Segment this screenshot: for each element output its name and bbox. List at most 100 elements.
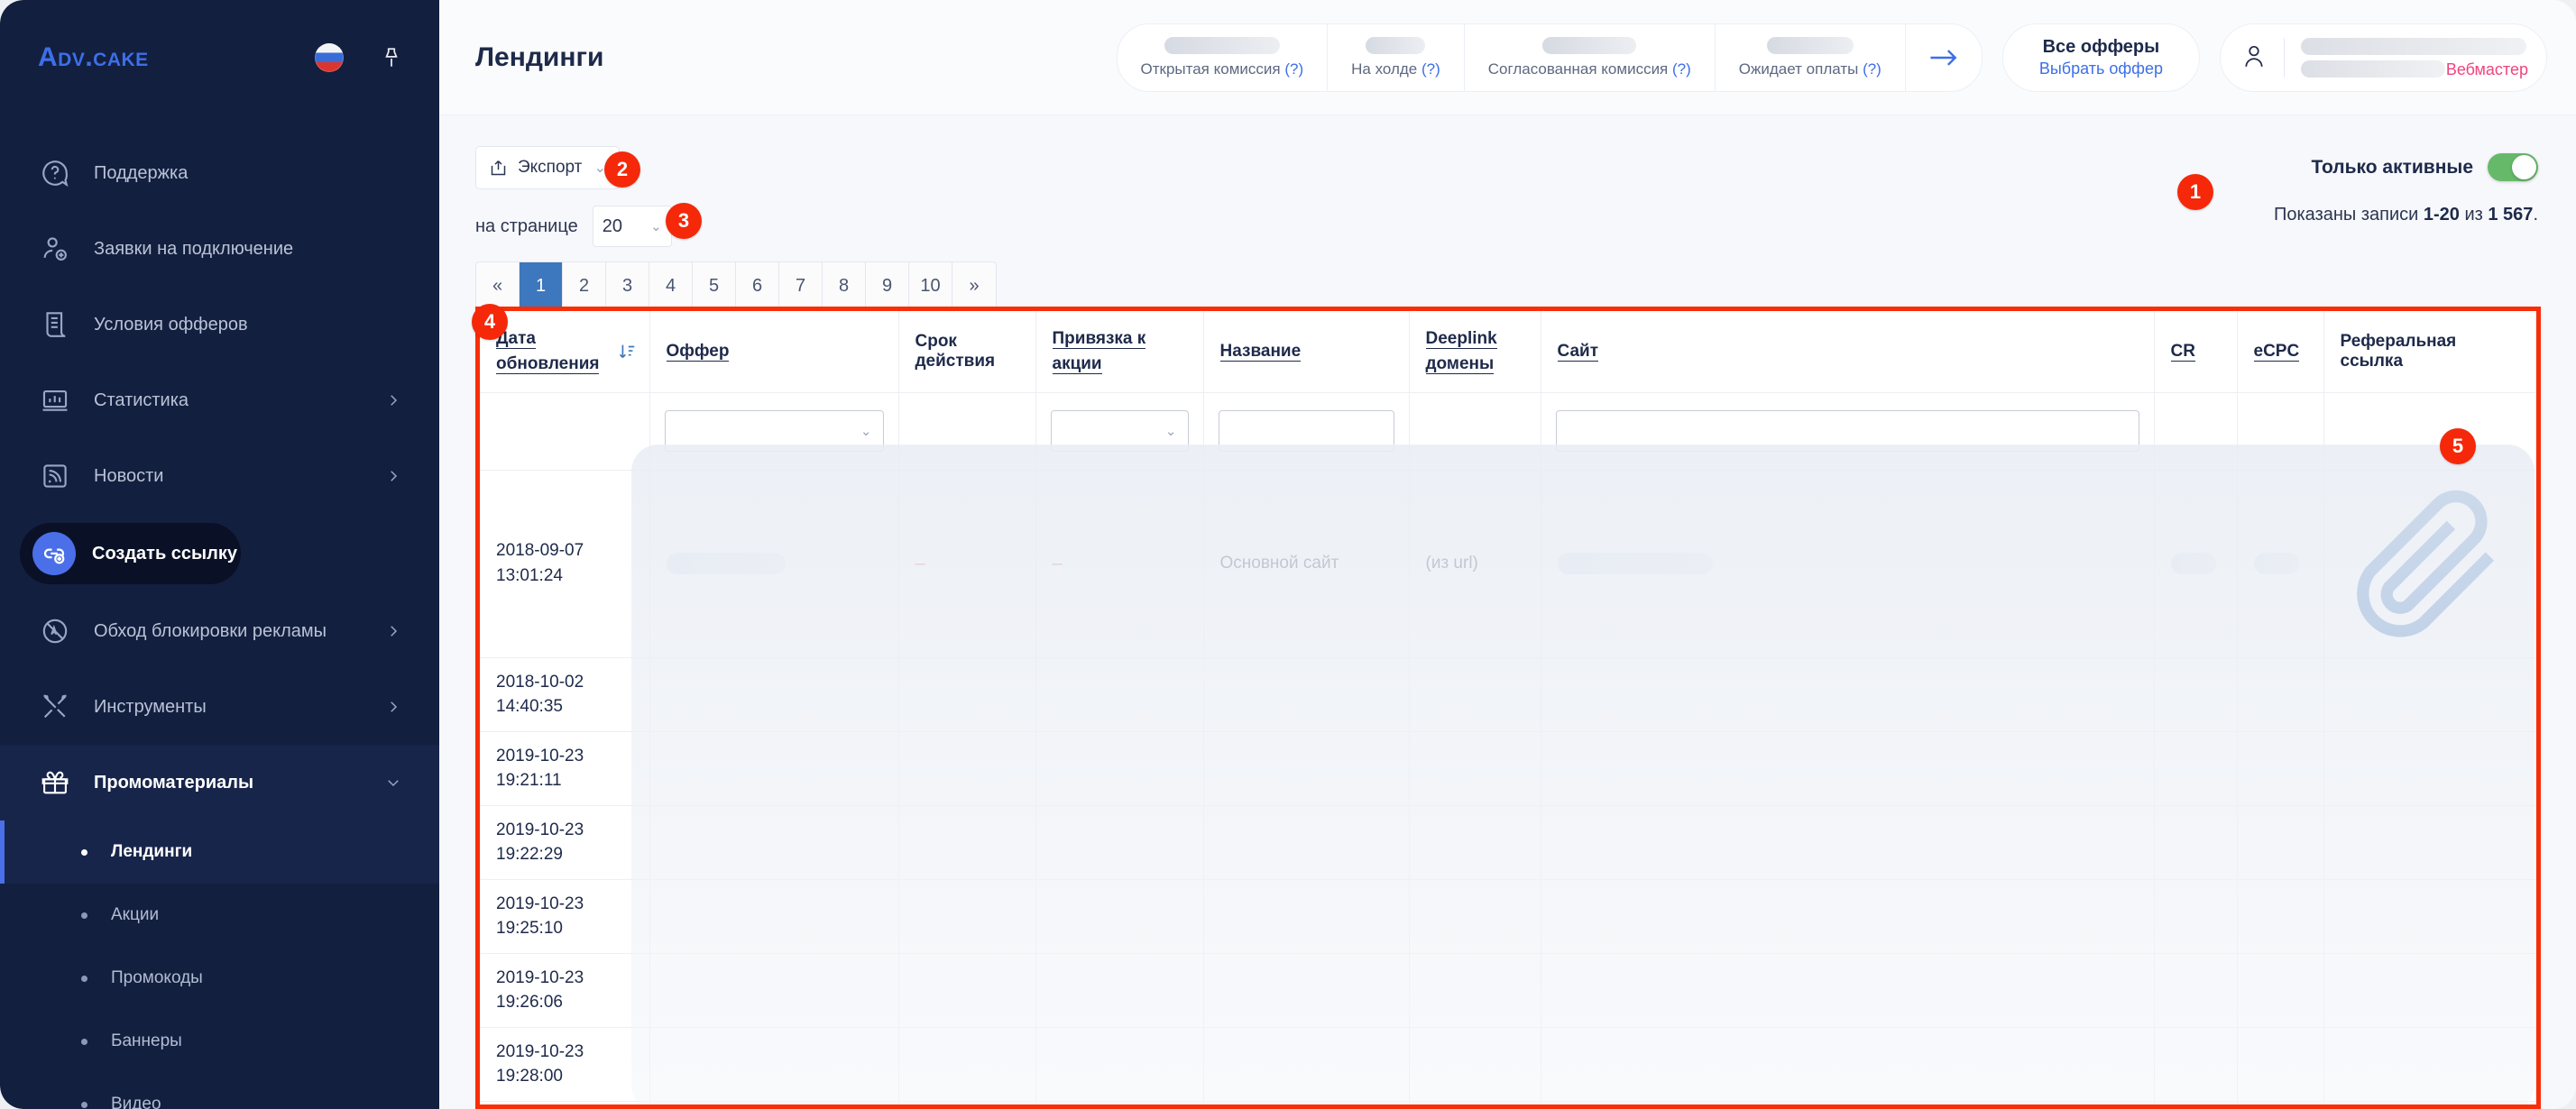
gift-icon bbox=[40, 767, 70, 798]
cell-name bbox=[1203, 1101, 1410, 1104]
filter-referral bbox=[2323, 392, 2536, 471]
brand-logo[interactable]: Adv.Cake bbox=[38, 42, 149, 73]
page-7[interactable]: 7 bbox=[779, 262, 823, 309]
cell-referral-link bbox=[2323, 1027, 2536, 1102]
page-10[interactable]: 10 bbox=[909, 262, 952, 309]
col-ecpc[interactable]: eCPC bbox=[2237, 311, 2324, 393]
cell-referral-link[interactable] bbox=[2323, 470, 2536, 658]
cell-validity bbox=[898, 879, 1036, 954]
cell-deeplink bbox=[1409, 731, 1541, 806]
table-row[interactable]: 2018-10-02 14:40:35 bbox=[480, 657, 2536, 732]
col-promotion-link[interactable]: Привязка к акции bbox=[1035, 311, 1204, 393]
cell-ecpc bbox=[2237, 731, 2324, 806]
filter-validity bbox=[898, 392, 1036, 471]
cell-name: Основной сайт bbox=[1203, 470, 1410, 658]
sidebar-subitem-label: Видео bbox=[111, 1095, 161, 1109]
sidebar-header-actions bbox=[315, 43, 403, 72]
sidebar-item-promocodes[interactable]: Промокоды bbox=[0, 947, 439, 1010]
sidebar-item-landings[interactable]: Лендинги bbox=[0, 820, 439, 884]
cell-promotion-link bbox=[1035, 953, 1204, 1028]
user-id-placeholder bbox=[2301, 60, 2445, 78]
cell-referral-link bbox=[2323, 1101, 2536, 1104]
filter-ecpc bbox=[2237, 392, 2324, 471]
filter-offer-select[interactable]: ⌄ bbox=[664, 410, 884, 452]
paperclip-icon[interactable] bbox=[2341, 490, 2520, 654]
only-active-row: Только активные bbox=[2274, 153, 2538, 181]
page-first[interactable]: « bbox=[476, 262, 520, 309]
col-deeplink-domains[interactable]: Deeplink домены bbox=[1409, 311, 1541, 393]
page-9[interactable]: 9 bbox=[866, 262, 909, 309]
sidebar-item-adblock-bypass[interactable]: Обход блокировки рекламы bbox=[0, 593, 439, 669]
page-next[interactable]: » bbox=[952, 262, 996, 309]
page-8[interactable]: 8 bbox=[823, 262, 866, 309]
table-row[interactable]: 2019-10-23 19:22:29 bbox=[480, 805, 2536, 880]
cell-referral-link bbox=[2323, 879, 2536, 954]
sidebar-item-promo-materials[interactable]: Промоматериалы bbox=[0, 745, 439, 820]
table-row[interactable]: 2019-10-2319:29:04 bbox=[480, 1101, 2536, 1104]
metric-awaiting-payment[interactable]: Ожидает оплаты (?) bbox=[1716, 23, 1906, 91]
help-icon[interactable]: (?) bbox=[1421, 60, 1440, 78]
cell-deeplink: (из url) bbox=[1409, 470, 1541, 658]
page-5[interactable]: 5 bbox=[693, 262, 736, 309]
cell-offer bbox=[649, 657, 899, 732]
pin-icon[interactable] bbox=[380, 46, 403, 69]
export-icon bbox=[489, 159, 508, 178]
user-add-icon bbox=[40, 234, 70, 264]
sidebar-item-promotions[interactable]: Акции bbox=[0, 884, 439, 947]
only-active-toggle[interactable] bbox=[2488, 153, 2538, 181]
cell-site bbox=[1541, 657, 2155, 732]
cell-promotion-link: – bbox=[1035, 470, 1204, 658]
cell-ecpc bbox=[2237, 805, 2324, 880]
col-cr[interactable]: CR bbox=[2154, 311, 2238, 393]
help-icon[interactable]: (?) bbox=[1863, 60, 1881, 78]
filter-offer: ⌄ bbox=[649, 392, 899, 471]
table-row[interactable]: 2019-10-23 19:28:00 bbox=[480, 1027, 2536, 1102]
help-icon[interactable]: (?) bbox=[1672, 60, 1691, 78]
sidebar-item-connection-requests[interactable]: Заявки на подключение bbox=[0, 211, 439, 287]
sidebar-item-banners[interactable]: Баннеры bbox=[0, 1010, 439, 1073]
sidebar-item-offer-terms[interactable]: Условия офферов bbox=[0, 287, 439, 362]
export-button[interactable]: Экспорт ⌄ bbox=[475, 146, 620, 189]
cell-offer bbox=[649, 1027, 899, 1102]
metric-open-commission[interactable]: Открытая комиссия (?) bbox=[1118, 23, 1329, 91]
page-2[interactable]: 2 bbox=[563, 262, 606, 309]
offers-selector[interactable]: Все офферы Выбрать оффер bbox=[2001, 23, 2200, 92]
sidebar-item-video[interactable]: Видео bbox=[0, 1073, 439, 1109]
col-offer[interactable]: Оффер bbox=[649, 311, 899, 393]
sidebar-item-label: Статистика bbox=[94, 390, 189, 410]
link-add-icon bbox=[32, 532, 76, 575]
page-6[interactable]: 6 bbox=[736, 262, 779, 309]
offers-select-link[interactable]: Выбрать оффер bbox=[2039, 60, 2163, 78]
col-name[interactable]: Название bbox=[1203, 311, 1410, 393]
table-row[interactable]: 2019-10-23 19:25:10 bbox=[480, 879, 2536, 954]
table-row[interactable]: 2019-10-23 19:26:06 bbox=[480, 953, 2536, 1028]
page-4[interactable]: 4 bbox=[649, 262, 693, 309]
table-row[interactable]: 2019-10-23 19:21:11 bbox=[480, 731, 2536, 806]
sidebar-item-support[interactable]: Поддержка bbox=[0, 135, 439, 211]
sidebar-item-news[interactable]: Новости bbox=[0, 438, 439, 514]
cell-name bbox=[1203, 1027, 1410, 1102]
sidebar-item-tools[interactable]: Инструменты bbox=[0, 669, 439, 745]
sort-desc-icon[interactable] bbox=[617, 342, 637, 362]
metric-on-hold[interactable]: На холде (?) bbox=[1328, 23, 1465, 91]
user-menu[interactable]: Вебмастер bbox=[2220, 23, 2547, 92]
filter-site-input[interactable] bbox=[1555, 410, 2139, 452]
pagination: « 1 2 3 4 5 6 7 8 9 10 » bbox=[475, 261, 997, 310]
per-page-select[interactable]: 20 ⌄ bbox=[592, 206, 672, 247]
create-link-button[interactable]: Создать ссылку bbox=[20, 523, 241, 584]
ru-flag-icon[interactable] bbox=[315, 43, 344, 72]
cell-validity: – bbox=[898, 470, 1036, 658]
cell-cr bbox=[2154, 805, 2238, 880]
col-site[interactable]: Сайт bbox=[1541, 311, 2155, 393]
filter-promotion-select[interactable]: ⌄ bbox=[1050, 410, 1189, 452]
filter-name-input[interactable] bbox=[1218, 410, 1394, 452]
bullet-icon bbox=[81, 975, 87, 982]
sidebar-header: Adv.Cake bbox=[0, 0, 439, 115]
page-3[interactable]: 3 bbox=[606, 262, 649, 309]
metric-approved-commission[interactable]: Согласованная комиссия (?) bbox=[1465, 23, 1716, 91]
sidebar-item-statistics[interactable]: Статистика bbox=[0, 362, 439, 438]
arrow-right-icon[interactable] bbox=[1906, 24, 1982, 91]
help-icon[interactable]: (?) bbox=[1284, 60, 1303, 78]
table-row[interactable]: 2018-09-07 13:01:24 – – Основной сайт (из… bbox=[480, 470, 2536, 658]
page-1[interactable]: 1 bbox=[520, 262, 563, 309]
